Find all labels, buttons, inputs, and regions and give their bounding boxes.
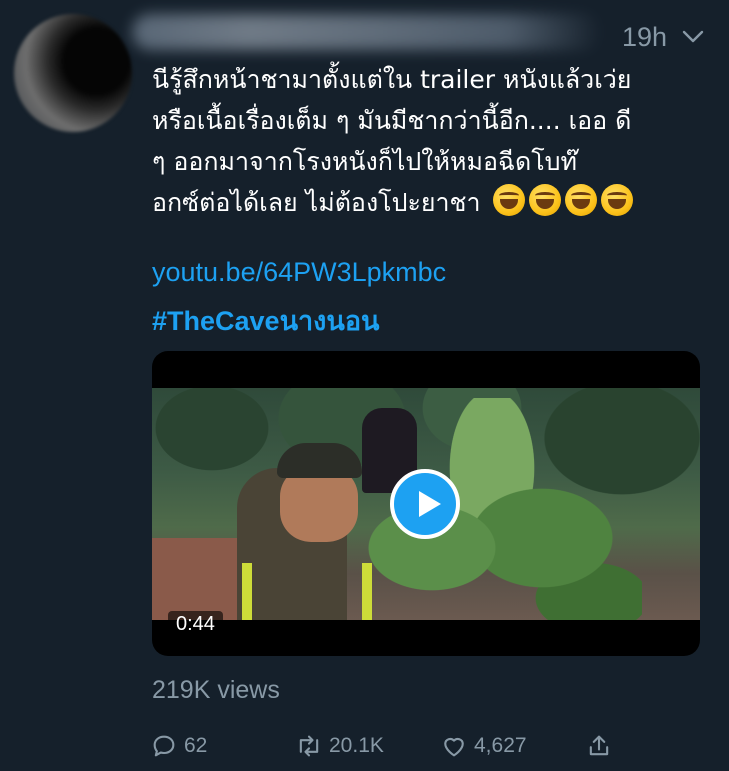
- rolling-laughing-emoji-icon: [600, 184, 633, 216]
- like-button[interactable]: 4,627: [440, 728, 527, 764]
- tweet-text-line: อกซ์ต่อได้เลย ไม่ต้องโปะยาชา: [152, 188, 481, 217]
- author-name-blurred[interactable]: [132, 14, 602, 50]
- tweet-text: นีรู้สึกหน้าชามาตั้งแต่ใน trailer หนังแล…: [152, 59, 717, 223]
- youtube-link[interactable]: youtu.be/64PW3Lpkmbc: [152, 257, 446, 288]
- tweet-text-line: นีรู้สึกหน้าชามาตั้งแต่ใน trailer หนังแล…: [152, 65, 632, 94]
- share-icon: [589, 735, 609, 756]
- chevron-down-icon[interactable]: [681, 27, 705, 47]
- rolling-laughing-emoji-icon: [492, 184, 525, 216]
- video-duration: 0:44: [168, 611, 223, 638]
- like-count: 4,627: [474, 734, 527, 757]
- tweet-text-line: หรือเนื้อเรื่องเต็ม ๆ มันมีชากว่านี้อีก.…: [152, 106, 632, 135]
- retweet-count: 20.1K: [329, 734, 384, 757]
- rolling-laughing-emoji-icon: [564, 184, 597, 216]
- tweet-actions: 62 20.1K 4,627: [150, 728, 630, 764]
- rolling-laughing-emoji-icon: [528, 184, 561, 216]
- play-button[interactable]: [390, 469, 460, 539]
- reply-button[interactable]: 62: [150, 728, 207, 764]
- tweet-text-line-with-emoji: อกซ์ต่อได้เลย ไม่ต้องโปะยาชา: [152, 182, 717, 223]
- tweet-text-line: ๆ ออกมาจากโรงหนังก็ไปให้หมอฉีดโบท๊: [152, 147, 577, 176]
- reply-count: 62: [184, 734, 208, 757]
- tweet-timestamp[interactable]: 19h: [622, 22, 667, 53]
- heart-icon: [444, 737, 464, 757]
- reply-icon: [153, 735, 175, 757]
- retweet-icon: [299, 735, 319, 757]
- video-player[interactable]: 0:44: [152, 351, 700, 656]
- play-icon: [419, 491, 441, 517]
- retweet-button[interactable]: 20.1K: [295, 728, 384, 764]
- avatar[interactable]: [14, 14, 132, 132]
- hashtag-link[interactable]: #TheCaveนางนอน: [152, 299, 380, 342]
- share-button[interactable]: [585, 728, 619, 764]
- view-count: 219K views: [152, 676, 280, 704]
